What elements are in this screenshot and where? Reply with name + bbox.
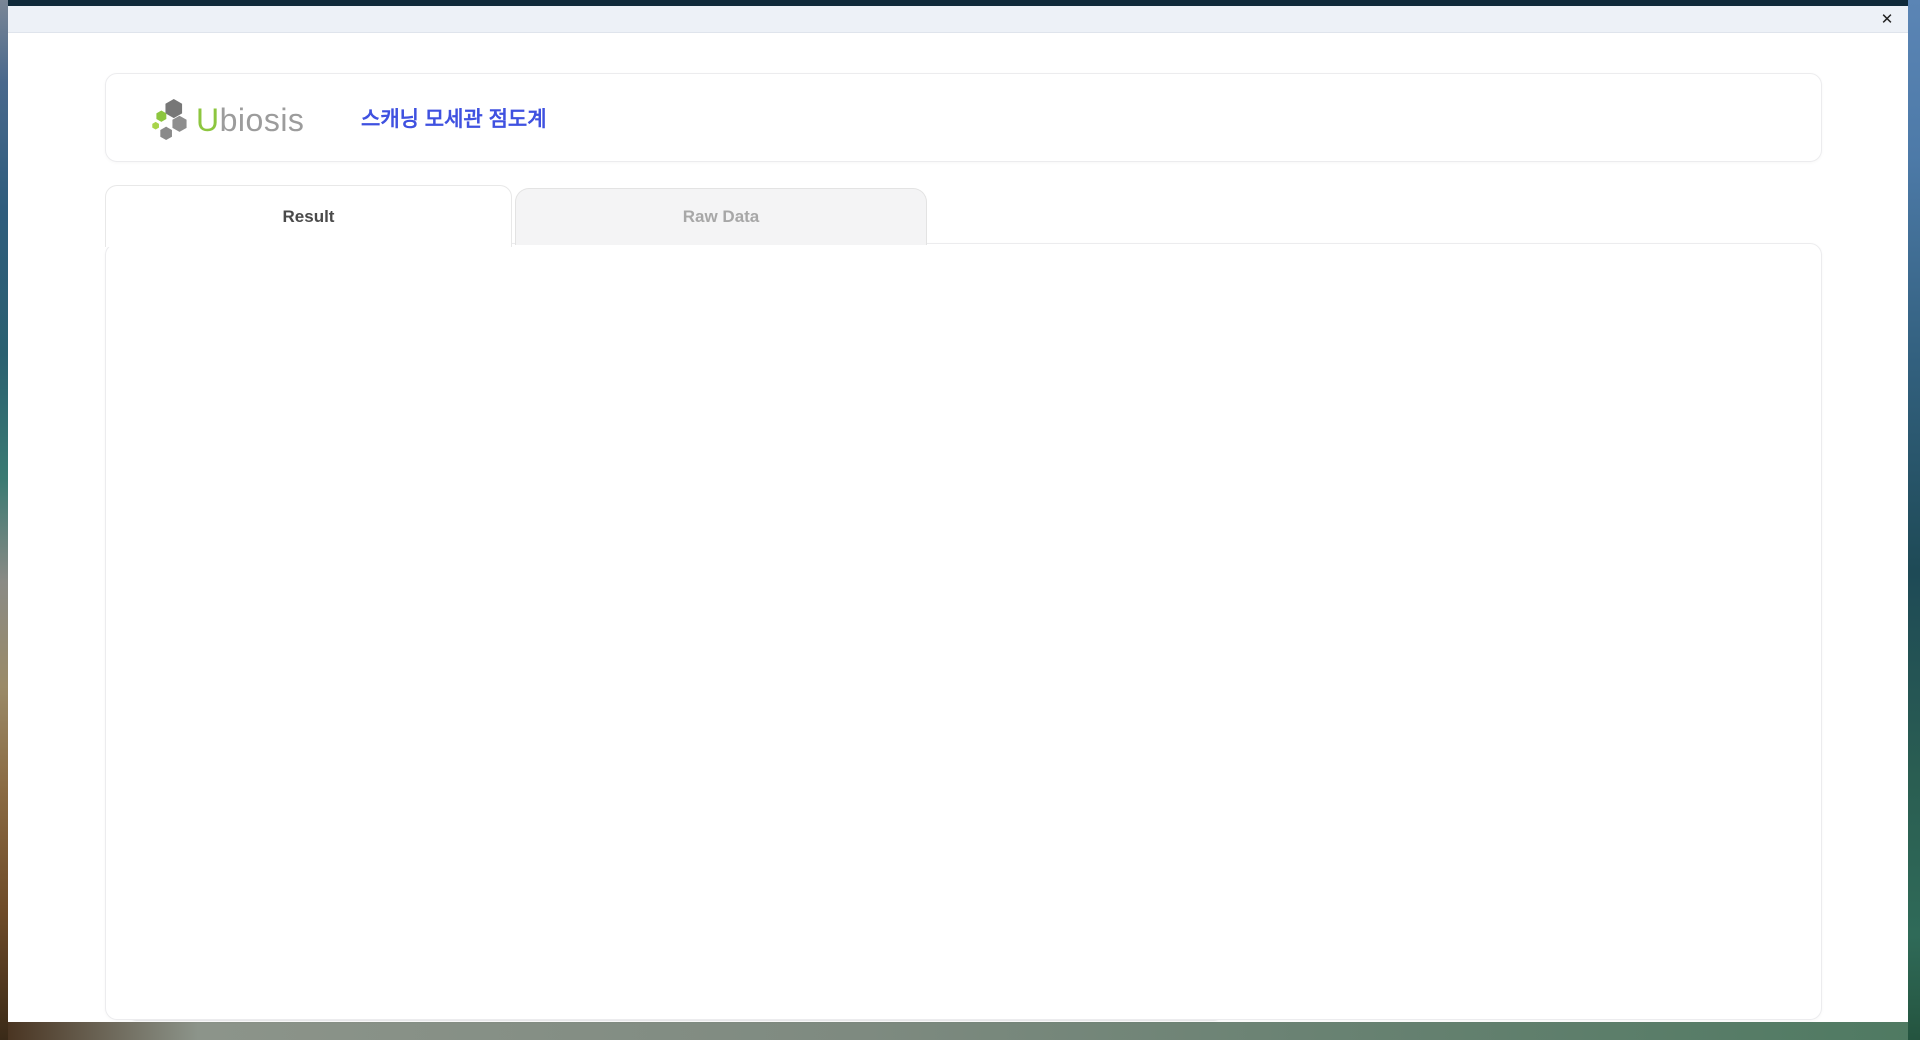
- screen: ✕ Ubiosis 스캐닝 모세관 점도계 Result Raw Data: [0, 0, 1920, 1040]
- desktop-edge-right: [1908, 0, 1920, 1040]
- app-subtitle: 스캐닝 모세관 점도계: [361, 108, 547, 131]
- header-card: Ubiosis 스캐닝 모세관 점도계: [105, 73, 1822, 162]
- tab-result[interactable]: Result: [105, 185, 512, 247]
- logo-text: Ubiosis: [196, 101, 305, 138]
- logo-hexagon-icon: [152, 99, 187, 141]
- app-window: ✕ Ubiosis 스캐닝 모세관 점도계 Result Raw Data: [8, 6, 1908, 1022]
- close-icon: ✕: [1880, 11, 1894, 28]
- close-button[interactable]: ✕: [1874, 7, 1900, 31]
- desktop-edge-left: [0, 0, 8, 1040]
- desktop-edge-bottom: [8, 1022, 1908, 1040]
- main-content-card: [105, 243, 1822, 1020]
- window-titlebar: ✕: [8, 6, 1908, 33]
- tab-raw-data[interactable]: Raw Data: [515, 188, 927, 245]
